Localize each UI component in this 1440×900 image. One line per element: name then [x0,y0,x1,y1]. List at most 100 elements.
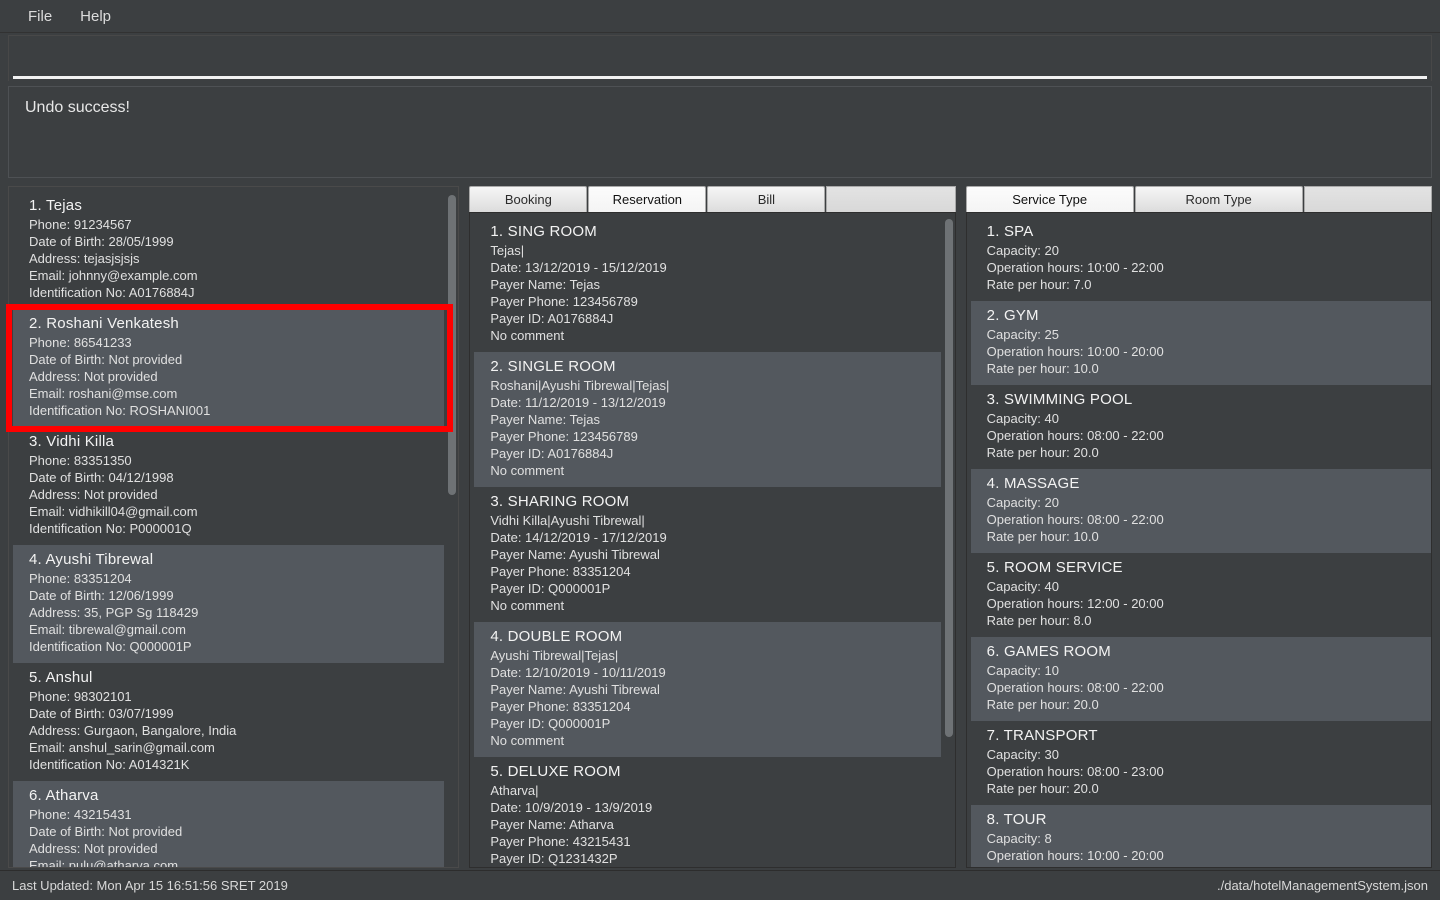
status-bar: Last Updated: Mon Apr 15 16:51:56 SRET 2… [0,870,1440,900]
tab-service-type[interactable]: Service Type [965,186,1134,212]
list-item-address: Address: Not provided [29,487,158,502]
list-item-dob: Date of Birth: 12/06/1999 [29,588,174,603]
list-item-phone: Phone: 91234567 [29,217,132,232]
list-item-comment: No comment [490,733,565,748]
list-item[interactable]: 4. DOUBLE ROOM Ayushi Tibrewal|Tejas| Date… [474,622,941,757]
list-item-title: 1. SING ROOM [490,223,597,240]
list-item-email: Email: johnny@example.com [29,268,198,283]
reservation-list-scroll-thumb[interactable] [944,219,953,737]
service-type-list[interactable]: 1. SPA Capacity: 20 Operation hours: 10:00… [965,212,1432,868]
list-item[interactable]: 2. GYM Capacity: 25 Operation hours: 10:00… [970,301,1431,385]
list-item-title: 5. DELUXE ROOM [490,763,621,780]
list-item-payer_id: Payer ID: Q000001P [490,581,611,596]
list-item-payer_phone: Payer Phone: 43215431 [490,834,631,849]
customer-panel: 1. Tejas Phone: 91234567 Date of Birth: 28… [6,186,460,868]
reservation-list-scrollbar[interactable] [941,213,955,867]
list-item[interactable]: 8. TOUR Capacity: 8 Operation hours: 10:00… [970,805,1431,867]
list-item[interactable]: 6. Atharva Phone: 43215431 Date of Birth: … [13,781,445,867]
list-item-payer_name: Payer Name: Tejas [490,412,600,427]
list-item-title: 8. TOUR [986,811,1047,828]
list-item-payer_name: Payer Name: Ayushi Tibrewal [490,682,660,697]
tab-reservation[interactable]: Reservation [588,186,707,212]
service-type-panel: Service Type Room Type 1. SPA Capacity: 20… [965,186,1432,868]
list-item-title: 1. SPA [986,223,1034,240]
list-item-hours: Operation hours: 08:00 - 23:00 [986,764,1164,779]
list-item[interactable]: 7. TRANSPORT Capacity: 30 Operation hours:… [970,721,1431,805]
tab-filler [826,186,956,212]
list-item-capacity: Capacity: 40 [986,579,1059,594]
list-item-date: Date: 12/10/2019 - 10/11/2019 [490,665,666,680]
list-item-id_no: Identification No: Q000001P [29,639,192,654]
list-item-hours: Operation hours: 10:00 - 20:00 [986,344,1164,359]
list-item[interactable]: 2. SINGLE ROOM Roshani|Ayushi Tibrewal|Te… [474,352,941,487]
list-item-title: 3. SHARING ROOM [490,493,630,510]
toolbar-underline [13,76,1427,79]
list-item-date: Date: 13/12/2019 - 15/12/2019 [490,260,667,275]
toolbar-strip[interactable] [8,35,1432,81]
list-item-comment: No comment [490,328,565,343]
list-item-hours: Operation hours: 08:00 - 22:00 [986,512,1164,527]
list-item-rate: Rate per hour: 10.0 [986,529,1099,544]
list-item-rate: Rate per hour: 30.0 [987,864,1421,867]
list-item-capacity: Capacity: 40 [986,411,1059,426]
list-item-title: 5. ROOM SERVICE [986,559,1123,576]
menu-file[interactable]: File [16,6,64,27]
list-item-phone: Phone: 98302101 [29,689,132,704]
reservation-list[interactable]: 1. SING ROOM Tejas| Date: 13/12/2019 - 15/… [469,212,956,868]
list-item-payer_id: Payer ID: A0176884J [490,311,614,326]
list-item[interactable]: 1. Tejas Phone: 91234567 Date of Birth: 28… [13,191,445,309]
list-item[interactable]: 3. SHARING ROOM Vidhi Killa|Ayushi Tibrew… [474,487,941,622]
menu-help[interactable]: Help [68,6,123,27]
list-item-title: 4. DOUBLE ROOM [490,628,623,645]
reservation-panel: Booking Reservation Bill 1. SING ROOM Tejas… [469,186,956,868]
list-item[interactable]: 4. Ayushi Tibrewal Phone: 83351204 Date of… [13,545,445,663]
list-item[interactable]: 3. Vidhi Killa Phone: 83351350 Date of Bir… [13,427,445,545]
list-item-title: 3. SWIMMING POOL [986,391,1133,408]
list-item[interactable]: 6. GAMES ROOM Capacity: 10 Operation hours… [970,637,1431,721]
list-item-dob: Date of Birth: 28/05/1999 [29,234,174,249]
list-item-title: 1. Tejas [29,197,83,214]
message-text: Undo success! [25,99,130,116]
list-item-title: 4. MASSAGE [986,475,1080,492]
list-item-phone: Phone: 83351204 [29,571,132,586]
tab-booking[interactable]: Booking [469,186,588,212]
list-item-id_no: Identification No: P000001Q [29,521,192,536]
list-item-title: 2. Roshani Venkatesh [29,315,179,332]
list-item-capacity: Capacity: 30 [986,747,1059,762]
list-item-payer_name: Payer Name: Tejas [490,277,600,292]
list-item-date: Date: 10/9/2019 - 13/9/2019 [490,800,653,815]
tab-bill[interactable]: Bill [707,186,826,212]
list-item-capacity: Capacity: 25 [986,327,1059,342]
reservation-tabstrip: Booking Reservation Bill [469,186,956,212]
list-item-hours: Operation hours: 10:00 - 22:00 [986,260,1164,275]
list-item[interactable]: 4. MASSAGE Capacity: 20 Operation hours: 0… [970,469,1431,553]
list-item-email: Email: pulu@atharva.com [29,858,179,867]
customer-list-scrollbar[interactable] [445,187,459,867]
list-item-payer_id: Payer ID: Q1231432P [490,851,618,866]
list-item-hours: Operation hours: 12:00 - 20:00 [986,596,1164,611]
list-item-dob: Date of Birth: Not provided [29,824,183,839]
list-item-title: 5. Anshul [29,669,93,686]
list-item[interactable]: 5. ROOM SERVICE Capacity: 40 Operation hou… [970,553,1431,637]
tab-room-type[interactable]: Room Type [1134,186,1303,212]
list-item-title: 6. Atharva [29,787,99,804]
list-item-hours: Operation hours: 10:00 - 20:00 [986,848,1164,863]
customer-list[interactable]: 1. Tejas Phone: 91234567 Date of Birth: 28… [8,186,460,868]
list-item[interactable]: 1. SING ROOM Tejas| Date: 13/12/2019 - 15/… [474,217,941,352]
list-item-dob: Date of Birth: 04/12/1998 [29,470,174,485]
list-item-title: 6. GAMES ROOM [986,643,1111,660]
list-item-guests: Atharva| [490,783,539,798]
list-item[interactable]: 2. Roshani Venkatesh Phone: 86541233 Date … [13,309,445,427]
list-item-rate: Rate per hour: 20.0 [986,781,1099,796]
list-item-phone: Phone: 86541233 [29,335,132,350]
list-item-id_no: Identification No: A0176884J [29,285,195,300]
list-item[interactable]: 3. SWIMMING POOL Capacity: 40 Operation ho… [970,385,1431,469]
list-item-comment: No comment [490,463,565,478]
list-item[interactable]: 1. SPA Capacity: 20 Operation hours: 10:00… [970,217,1431,301]
list-item-address: Address: Not provided [29,369,158,384]
list-item[interactable]: 5. DELUXE ROOM Atharva| Date: 10/9/2019 - … [474,757,941,867]
list-item-guests: Vidhi Killa|Ayushi Tibrewal| [490,513,645,528]
list-item-title: 2. SINGLE ROOM [490,358,616,375]
list-item[interactable]: 5. Anshul Phone: 98302101 Date of Birth: 0… [13,663,445,781]
customer-list-scroll-thumb[interactable] [448,195,457,495]
